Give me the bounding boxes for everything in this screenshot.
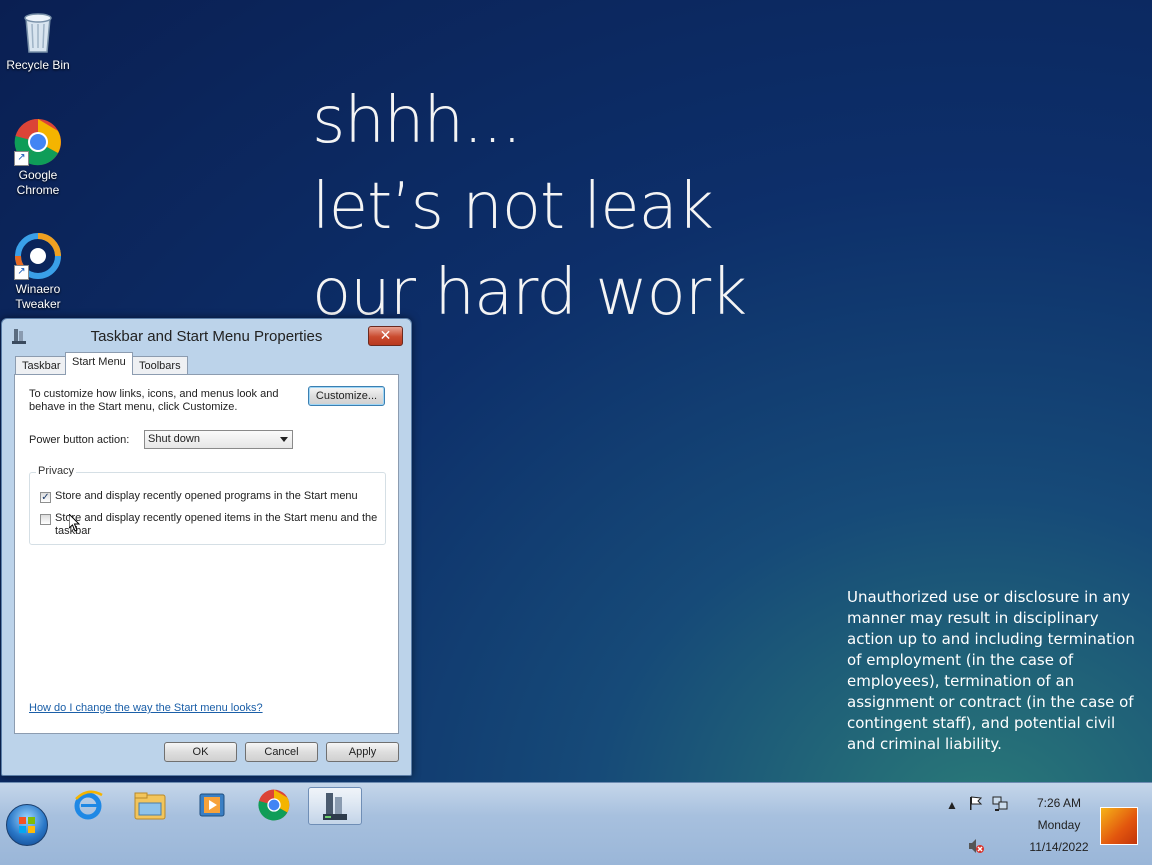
dialog-title: Taskbar and Start Menu Properties [90,328,323,345]
windows-logo-icon [19,817,35,833]
start-button[interactable] [6,804,48,846]
clock-day[interactable]: Monday [1024,818,1094,832]
desktop-icon-winaero-tweaker[interactable]: ↗ Winaero Tweaker [0,232,76,312]
cancel-button[interactable]: Cancel [245,742,318,762]
tab-taskbar[interactable]: Taskbar [15,356,68,374]
start-menu-tab-panel: To customize how links, icons, and menus… [14,374,399,734]
taskbar-properties-dialog: Taskbar and Start Menu Properties ✕ Task… [1,318,412,776]
show-hidden-icons-button[interactable]: ▲ [944,797,960,813]
chevron-down-icon [280,437,288,442]
privacy-group-title: Privacy [36,465,77,477]
show-desktop-button[interactable] [1100,807,1138,845]
desktop-icon-label: Google Chrome [16,168,60,197]
tab-toolbars[interactable]: Toolbars [132,356,188,374]
ok-button[interactable]: OK [164,742,237,762]
internet-explorer-icon [72,789,104,826]
shortcut-arrow-icon: ↗ [14,151,29,166]
dialog-titlebar[interactable]: Taskbar and Start Menu Properties ✕ [2,319,411,351]
network-icon[interactable] [992,796,1008,812]
tab-start-menu[interactable]: Start Menu [65,352,133,375]
power-button-label: Power button action: [29,434,130,446]
desktop-icon-recycle-bin[interactable]: Recycle Bin [0,8,76,73]
chrome-icon [258,789,290,826]
taskbar-internet-explorer[interactable] [62,787,114,823]
customize-button[interactable]: Customize... [308,386,385,406]
clock-time[interactable]: 7:26 AM [1024,796,1094,810]
power-button-value: Shut down [148,433,200,445]
desktop-icon-google-chrome[interactable]: ↗ Google Chrome [0,118,76,198]
close-button[interactable]: ✕ [368,326,403,346]
help-link[interactable]: How do I change the way the Start menu l… [29,702,263,714]
clock-date[interactable]: 11/14/2022 [1024,840,1094,854]
winaero-tweaker-icon: ↗ [14,232,62,280]
action-center-flag-icon[interactable] [968,796,984,812]
shortcut-arrow-icon: ↗ [14,265,29,280]
chrome-icon: ↗ [14,118,62,166]
apply-button[interactable]: Apply [326,742,399,762]
power-button-select[interactable]: Shut down [144,430,293,449]
wallpaper-text: shhh... let’s not leak our hard work [312,78,747,336]
volume-muted-icon[interactable] [968,838,984,854]
desktop-icon-label: Winaero Tweaker [15,282,61,311]
wallpaper-line: let’s not leak [312,170,714,244]
legal-notice: Unauthorized use or disclosure in any ma… [847,588,1135,753]
recycle-bin-icon [14,8,62,56]
recent-items-label[interactable]: Store and display recently opened items … [55,512,380,538]
privacy-group: Privacy ✓ Store and display recently ope… [29,465,386,545]
desktop-icon-label: Recycle Bin [6,58,70,72]
taskbar-taskbar-properties[interactable] [308,787,362,825]
mouse-cursor-icon [68,512,81,537]
taskbar-media-player[interactable] [186,787,238,823]
customize-description: To customize how links, icons, and menus… [29,388,279,413]
taskbar-properties-icon [321,791,349,826]
wallpaper-line: shhh... [312,84,522,158]
taskbar-file-explorer[interactable] [124,787,176,823]
media-player-icon [198,791,226,824]
recent-items-checkbox[interactable] [40,514,51,525]
taskbar-chrome[interactable] [248,787,300,823]
recent-programs-checkbox[interactable]: ✓ [40,492,51,503]
file-explorer-icon [134,791,166,826]
taskbar: ▲ 7:26 AM Monday 11/14/2022 [0,782,1152,865]
recent-programs-label[interactable]: Store and display recently opened progra… [55,490,380,503]
